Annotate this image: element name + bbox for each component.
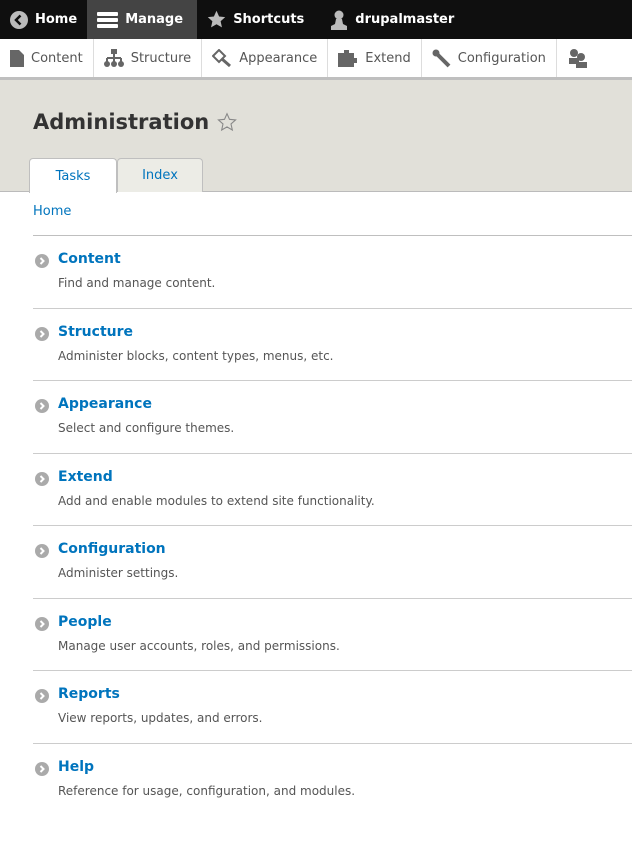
chevron-right-icon — [35, 471, 49, 486]
tray-content[interactable]: Content — [0, 39, 94, 77]
tray-content-label: Content — [31, 50, 83, 66]
tray-people[interactable] — [557, 39, 606, 77]
chevron-right-icon — [35, 689, 49, 703]
paintbrush-icon — [212, 49, 232, 67]
chevron-right-icon — [35, 254, 49, 268]
list-item-link[interactable]: Structure — [58, 324, 133, 340]
list-item-description: Select and configure themes. — [58, 421, 235, 435]
breadcrumb-home[interactable]: Home — [33, 204, 71, 219]
tray-structure-label: Structure — [130, 50, 192, 66]
toolbar-user[interactable]: drupalmaster — [314, 0, 464, 39]
tray-appearance-label: Appearance — [239, 50, 318, 66]
tray-structure[interactable]: Structure — [94, 39, 203, 77]
toolbar-shortcuts-label: Shortcuts — [233, 12, 305, 27]
chevron-right-icon — [35, 326, 49, 341]
toolbar-home-label: Home — [35, 12, 78, 27]
back-circle-icon — [10, 10, 28, 29]
admin-toolbar: Home Manage Shortcuts drupalmaster — [0, 0, 632, 39]
tray-extend[interactable]: Extend — [328, 39, 422, 77]
list-item: Content Find and manage content. — [33, 236, 632, 309]
list-item-description: Administer blocks, content types, menus,… — [58, 348, 334, 363]
sitemap-icon — [103, 49, 124, 67]
star-icon — [207, 10, 226, 28]
hamburger-icon — [97, 11, 119, 28]
list-item-link[interactable]: Appearance — [58, 396, 152, 412]
puzzle-icon — [338, 50, 358, 67]
list-item: People Manage user accounts, roles, and p… — [33, 599, 632, 671]
people-icon — [568, 49, 587, 68]
list-item: Reports View reports, updates, and errors… — [33, 671, 632, 744]
list-item-link[interactable]: People — [58, 614, 112, 630]
list-item-description: Add and enable modules to extend site fu… — [58, 493, 375, 508]
page-title: Administration — [33, 110, 210, 134]
user-icon — [331, 10, 348, 30]
list-item-link[interactable]: Content — [58, 251, 121, 267]
manage-tray: Content Structure Appearance Extend Conf… — [0, 39, 632, 80]
tray-appearance[interactable]: Appearance — [202, 39, 329, 77]
page-header: Administration Tasks Index — [0, 80, 632, 193]
tab-tasks[interactable]: Tasks — [29, 158, 117, 193]
file-icon — [10, 49, 24, 67]
chevron-right-icon — [35, 399, 49, 413]
chevron-right-icon — [35, 544, 49, 558]
tab-index[interactable]: Index — [117, 158, 203, 192]
list-item-link[interactable]: Reports — [58, 686, 120, 702]
toolbar-manage-label: Manage — [125, 12, 184, 27]
list-item: Configuration Administer settings. — [33, 526, 632, 599]
list-item-description: Administer settings. — [58, 566, 179, 580]
list-item-link[interactable]: Extend — [58, 469, 113, 485]
list-item: Extend Add and enable modules to extend s… — [33, 454, 632, 526]
list-item: Help Reference for usage, configuration, … — [33, 744, 632, 817]
list-item: Appearance Select and configure themes. — [33, 381, 632, 454]
list-item-description: Reference for usage, configuration, and … — [58, 783, 356, 798]
list-item-description: Manage user accounts, roles, and permiss… — [58, 638, 340, 653]
tray-configuration[interactable]: Configuration — [422, 39, 557, 77]
list-item-link[interactable]: Help — [58, 759, 94, 775]
list-item-description: Find and manage content. — [58, 276, 216, 290]
list-item-link[interactable]: Configuration — [58, 541, 166, 557]
admin-list: Content Find and manage content. Structure… — [33, 236, 632, 816]
list-item-description: View reports, updates, and errors. — [58, 711, 263, 725]
tray-extend-label: Extend — [365, 50, 411, 66]
toolbar-user-label: drupalmaster — [355, 12, 455, 27]
admin-content: Home Content Find and manage content. Stru… — [0, 192, 632, 816]
wrench-icon — [432, 49, 451, 67]
star-outline-icon[interactable] — [217, 112, 238, 132]
chevron-right-icon — [35, 616, 49, 631]
list-item: Structure Administer blocks, content type… — [33, 309, 632, 381]
tray-configuration-label: Configuration — [457, 50, 546, 66]
toolbar-shortcuts[interactable]: Shortcuts — [197, 0, 314, 39]
chevron-right-icon — [35, 761, 49, 776]
toolbar-home[interactable]: Home — [0, 0, 87, 39]
toolbar-manage[interactable]: Manage — [87, 0, 198, 39]
